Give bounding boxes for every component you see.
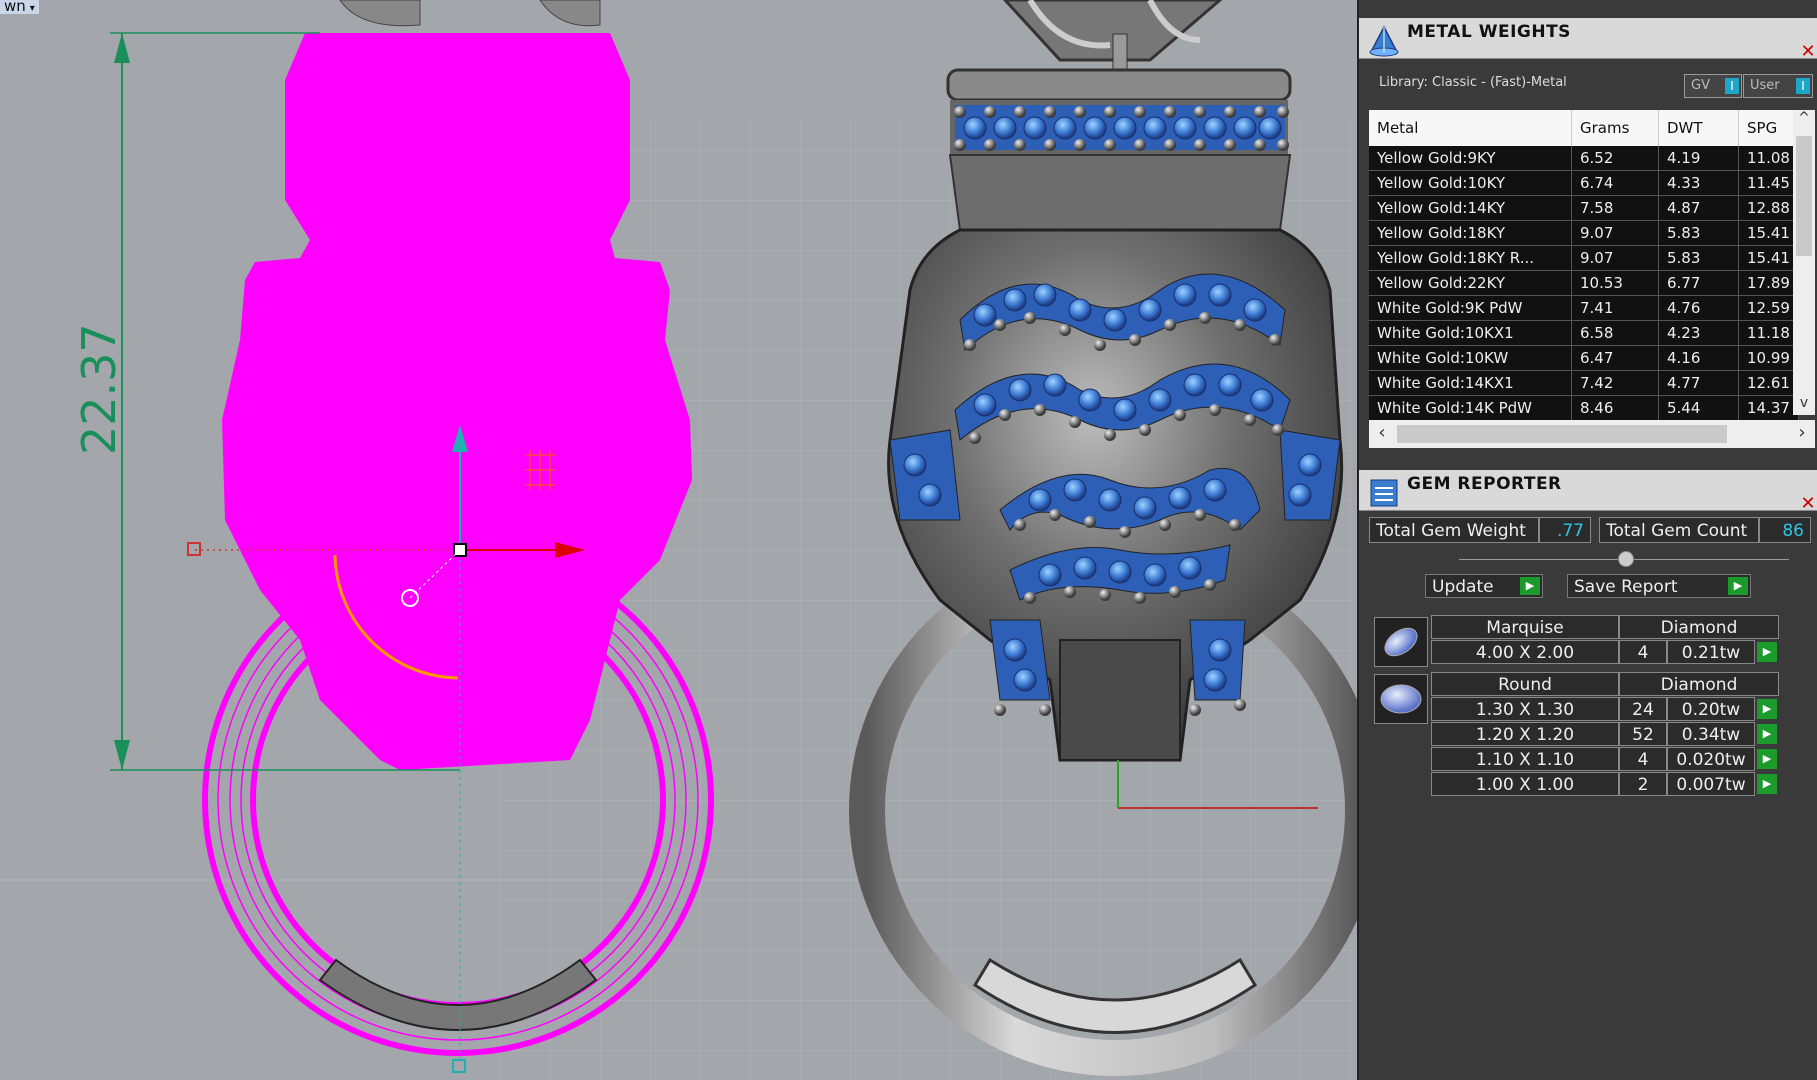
table-row[interactable]: Yellow Gold:22KY 10.53 6.77 17.89 (1369, 270, 1799, 296)
column-header-spg[interactable]: SPG (1738, 110, 1799, 146)
side-panel: METAL WEIGHTS ✕ Library: Classic - (Fast… (1357, 0, 1817, 1080)
scroll-down-icon[interactable]: v (1793, 395, 1815, 415)
dimension-value: 22.37 (72, 323, 126, 455)
gem-count: 4 (1619, 747, 1667, 771)
scroll-up-icon[interactable]: ^ (1793, 110, 1815, 130)
viewport-canvas[interactable]: 22.37 (0, 0, 1357, 1080)
save-report-button[interactable]: Save Report ▶ (1567, 574, 1751, 598)
gv-toggle[interactable]: GV I (1684, 74, 1742, 98)
total-gem-count-label: Total Gem Count (1599, 517, 1759, 543)
metal-weights-title: METAL WEIGHTS (1407, 22, 1571, 42)
gem-size: 4.00 X 2.00 (1431, 640, 1619, 664)
gem-size: 1.10 X 1.10 (1431, 747, 1619, 771)
library-label: Library: Classic - (Fast)-Metal (1379, 75, 1567, 90)
table-row[interactable]: White Gold:14KX1 7.42 4.77 12.61 (1369, 370, 1799, 396)
gem-shape-round: Round (1431, 672, 1619, 696)
gem-count: 52 (1619, 722, 1667, 746)
play-icon[interactable]: ▶ (1757, 749, 1777, 769)
column-header-dwt[interactable]: DWT (1658, 110, 1739, 146)
toggle-knob-icon: I (1796, 78, 1810, 94)
gem-count: 24 (1619, 697, 1667, 721)
gem-material: Diamond (1619, 615, 1779, 639)
gem-count: 2 (1619, 772, 1667, 796)
gem-size: 1.00 X 1.00 (1431, 772, 1619, 796)
vertical-scrollbar[interactable]: ^ v (1793, 110, 1815, 415)
gem-material: Diamond (1619, 672, 1779, 696)
total-gem-weight-value: .77 (1539, 517, 1591, 543)
table-row[interactable]: Yellow Gold:18KY R... 9.07 5.83 15.41 (1369, 245, 1799, 271)
gem-weight: 0.020tw (1667, 747, 1755, 771)
gem-size: 1.20 X 1.20 (1431, 722, 1619, 746)
marquise-gem-icon (1374, 617, 1428, 667)
scroll-thumb[interactable] (1796, 136, 1812, 256)
table-header-row: Metal Grams DWT SPG (1369, 110, 1799, 146)
play-icon: ▶ (1520, 577, 1540, 595)
toggle-knob-icon: I (1725, 78, 1739, 94)
gem-count: 4 (1619, 640, 1667, 664)
gem-reporter-title: GEM REPORTER (1407, 474, 1562, 494)
round-gem-icon (1374, 674, 1428, 724)
scroll-right-icon[interactable]: › (1791, 422, 1813, 446)
table-row[interactable]: White Gold:14K PdW 8.46 5.44 14.37 (1369, 395, 1799, 421)
gem-reporter-logo-icon (1370, 479, 1398, 507)
chevron-down-icon: ▾ (29, 3, 35, 14)
gem-size: 1.30 X 1.30 (1431, 697, 1619, 721)
horizontal-scrollbar[interactable]: ‹ › (1369, 420, 1815, 448)
table-row[interactable]: Yellow Gold:14KY 7.58 4.87 12.88 (1369, 195, 1799, 221)
metal-weights-logo-icon (1369, 25, 1399, 57)
viewport[interactable]: 22.37 wn ▾ (0, 0, 1357, 1080)
metal-weights-header: METAL WEIGHTS ✕ (1359, 18, 1817, 62)
table-row[interactable]: Yellow Gold:10KY 6.74 4.33 11.45 (1369, 170, 1799, 196)
gem-shape-marquise: Marquise (1431, 615, 1619, 639)
play-icon[interactable]: ▶ (1757, 774, 1777, 794)
scroll-thumb[interactable] (1397, 425, 1727, 443)
play-icon[interactable]: ▶ (1757, 699, 1777, 719)
close-icon[interactable]: ✕ (1797, 42, 1817, 64)
table-row[interactable]: White Gold:10KW 6.47 4.16 10.99 (1369, 345, 1799, 371)
viewport-label[interactable]: wn ▾ (0, 0, 39, 14)
close-icon[interactable]: ✕ (1797, 494, 1817, 516)
gem-weight: 0.34tw (1667, 722, 1755, 746)
gem-weight: 0.20tw (1667, 697, 1755, 721)
metal-weights-table: Metal Grams DWT SPG Yellow Gold:9KY 6.52 4… (1369, 110, 1799, 421)
scroll-left-icon[interactable]: ‹ (1371, 422, 1393, 446)
gem-reporter-header: GEM REPORTER ✕ (1359, 470, 1817, 514)
report-slider[interactable] (1459, 551, 1789, 567)
play-icon[interactable]: ▶ (1757, 642, 1777, 662)
gem-weight: 0.007tw (1667, 772, 1755, 796)
gem-weight: 0.21tw (1667, 640, 1755, 664)
user-toggle[interactable]: User I (1743, 74, 1813, 98)
table-row[interactable]: White Gold:10KX1 6.58 4.23 11.18 (1369, 320, 1799, 346)
total-gem-weight-label: Total Gem Weight (1369, 517, 1539, 543)
update-button[interactable]: Update ▶ (1425, 574, 1543, 598)
library-row: Library: Classic - (Fast)-Metal GV I Use… (1359, 65, 1817, 105)
slider-handle[interactable] (1618, 551, 1634, 567)
play-icon: ▶ (1728, 577, 1748, 595)
play-icon[interactable]: ▶ (1757, 724, 1777, 744)
table-row[interactable]: White Gold:9K PdW 7.41 4.76 12.59 (1369, 295, 1799, 321)
total-gem-count-value: 86 (1759, 517, 1811, 543)
column-header-grams[interactable]: Grams (1571, 110, 1659, 146)
table-row[interactable]: Yellow Gold:18KY 9.07 5.83 15.41 (1369, 220, 1799, 246)
column-header-metal[interactable]: Metal (1369, 110, 1572, 146)
table-row[interactable]: Yellow Gold:9KY 6.52 4.19 11.08 (1369, 146, 1799, 171)
